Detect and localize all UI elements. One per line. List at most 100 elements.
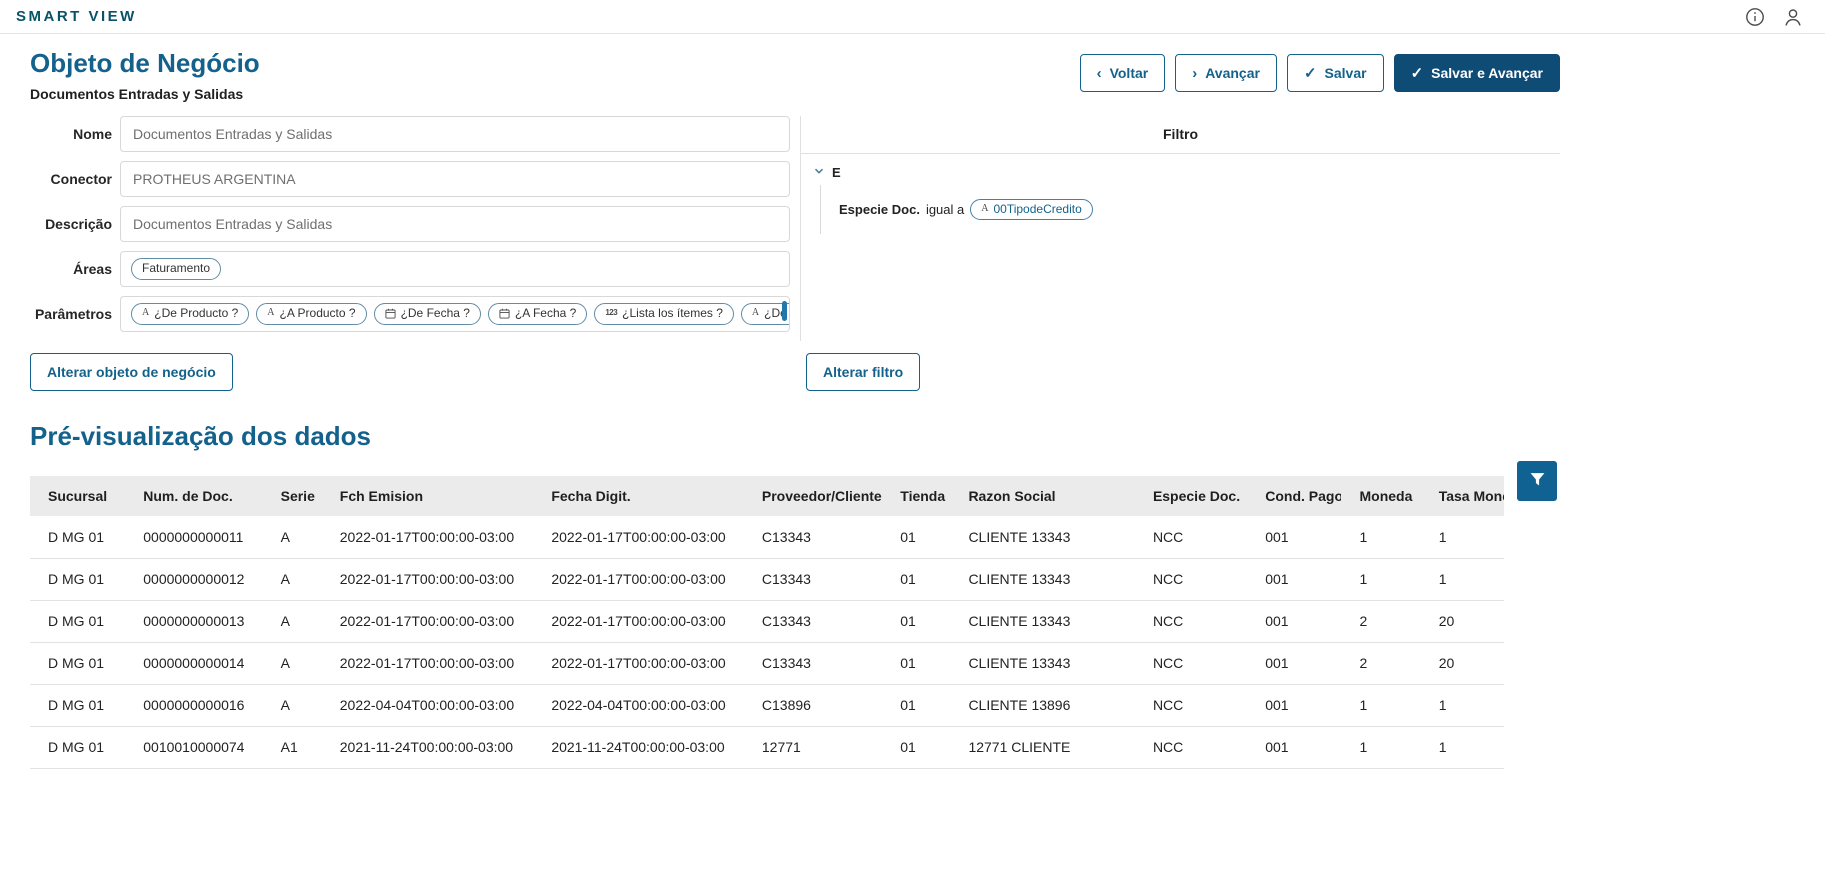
main-content: Objeto de Negócio Documentos Entradas y …: [30, 48, 1560, 769]
tag[interactable]: ¿A Fecha ?: [487, 303, 588, 325]
user-icon[interactable]: [1783, 7, 1803, 27]
nome-input[interactable]: Documentos Entradas y Salidas: [120, 116, 790, 152]
back-button[interactable]: ‹ Voltar: [1079, 54, 1166, 92]
table-cell: D MG 01: [30, 642, 126, 685]
column-header[interactable]: Tienda: [882, 476, 951, 516]
table-cell: 001: [1247, 558, 1342, 601]
next-button[interactable]: › Avançar: [1175, 54, 1277, 92]
parametros-scrollbar[interactable]: [782, 301, 787, 321]
table-row[interactable]: D MG 01 0000000000016 A 2022-04-04T00:00:00…: [30, 684, 1504, 727]
table-cell: D MG 01: [30, 684, 126, 727]
column-header[interactable]: Especie Doc.: [1134, 476, 1248, 516]
table-cell: 2022-04-04T00:00:00-03:00: [533, 684, 744, 727]
nome-label: Nome: [73, 126, 112, 142]
tag-label: ¿De Fecha ?: [400, 306, 470, 321]
table-row[interactable]: D MG 01 0000000000012 A 2022-01-17T00:00:00…: [30, 558, 1504, 601]
field-nome: Nome Documentos Entradas y Salidas: [30, 116, 790, 152]
tag[interactable]: A ¿A Producto ?: [256, 303, 367, 325]
field-areas: Áreas Faturamento: [30, 251, 790, 287]
save-and-next-button[interactable]: ✓ Salvar e Avançar: [1393, 54, 1560, 92]
chevron-right-icon: ›: [1192, 64, 1198, 82]
change-filter-button[interactable]: Alterar filtro: [806, 353, 921, 391]
table-cell: 0000000000011: [125, 516, 263, 559]
table-cell: 2022-01-17T00:00:00-03:00: [533, 516, 744, 559]
conector-input[interactable]: PROTHEUS ARGENTINA: [120, 161, 790, 197]
table-cell: CLIENTE 13343: [950, 558, 1135, 601]
tag[interactable]: ¿De Fecha ?: [373, 303, 481, 325]
filter-value-label: 00TipodeCredito: [993, 202, 1082, 216]
table-cell: C13343: [743, 558, 883, 601]
table-cell: A: [262, 684, 322, 727]
column-header[interactable]: Tasa Moneda: [1420, 476, 1504, 516]
table-cell: A: [262, 642, 322, 685]
filter-value-tag[interactable]: A 00TipodeCredito: [970, 199, 1093, 221]
table-cell: C13896: [743, 684, 883, 727]
table-row[interactable]: D MG 01 0000000000013 A 2022-01-17T00:00:00…: [30, 600, 1504, 643]
table-row[interactable]: D MG 01 0010010000074 A1 2021-11-24T00:00:0…: [30, 726, 1504, 769]
tag-label: ¿A Fecha ?: [514, 306, 577, 321]
info-icon[interactable]: [1745, 7, 1765, 27]
table-cell: A: [262, 558, 322, 601]
table-cell: NCC: [1134, 642, 1248, 685]
tag-label: ¿De Producto ?: [154, 306, 239, 321]
preview-title: Pré-visualização dos dados: [30, 421, 372, 451]
table-cell: 20: [1420, 600, 1504, 643]
areas-input[interactable]: Faturamento: [120, 251, 790, 287]
column-header[interactable]: Fch Emision: [321, 476, 534, 516]
table-cell: C13343: [743, 642, 883, 685]
check-icon: ✓: [1303, 64, 1317, 82]
column-header[interactable]: Fecha Digit.: [533, 476, 744, 516]
topbar: SMART VIEW: [0, 0, 1825, 34]
table-filter-button[interactable]: [1517, 461, 1557, 501]
save-button[interactable]: ✓ Salvar: [1286, 54, 1384, 92]
table-cell: 001: [1247, 684, 1342, 727]
header-actions: ‹ Voltar › Avançar ✓ Salvar ✓ Salvar e A…: [1079, 54, 1560, 92]
table-cell: 2022-01-17T00:00:00-03:00: [533, 600, 744, 643]
preview-table-area: Sucursal Num. de Doc. Serie Fch Emision …: [30, 461, 1557, 769]
text-param-icon: A: [981, 203, 989, 215]
table-cell: 001: [1247, 726, 1342, 769]
table-cell: 01: [882, 558, 951, 601]
column-header[interactable]: Proveedor/Cliente: [743, 476, 883, 516]
table-cell: 12771: [743, 726, 883, 769]
column-header[interactable]: Moneda: [1341, 476, 1421, 516]
column-header[interactable]: Sucursal: [30, 476, 126, 516]
table-cell: 01: [882, 516, 951, 559]
filter-condition[interactable]: Especie Doc. igual a A 00TipodeCredito: [839, 199, 1560, 221]
tag[interactable]: 123 ¿Lista los ítemes ?: [594, 303, 734, 325]
text-param-icon: A: [751, 307, 760, 319]
table-cell: 01: [882, 726, 951, 769]
table-cell: A: [262, 516, 322, 559]
table-cell: 2022-01-17T00:00:00-03:00: [321, 600, 534, 643]
table-cell: 2022-04-04T00:00:00-03:00: [321, 684, 534, 727]
filter-group-node[interactable]: E: [813, 165, 1560, 180]
table-cell: 1: [1420, 558, 1504, 601]
table-row[interactable]: D MG 01 0000000000014 A 2022-01-17T00:00:00…: [30, 642, 1504, 685]
column-header[interactable]: Num. de Doc.: [125, 476, 263, 516]
column-header[interactable]: Serie: [262, 476, 322, 516]
filter-condition-operator: igual a: [925, 202, 965, 218]
table-cell: CLIENTE 13343: [950, 642, 1135, 685]
parametros-input[interactable]: A ¿De Producto ? A ¿A Producto ? ¿De Fecha ?…: [120, 296, 790, 332]
change-business-object-button[interactable]: Alterar objeto de negócio: [30, 353, 233, 391]
table-cell: D MG 01: [30, 600, 126, 643]
app-logo: SMART VIEW: [16, 8, 137, 25]
chevron-left-icon: ‹: [1096, 64, 1102, 82]
tag[interactable]: Faturamento: [131, 258, 222, 280]
table-cell: 2022-01-17T00:00:00-03:00: [321, 516, 534, 559]
column-header[interactable]: Cond. Pago: [1247, 476, 1342, 516]
areas-label: Áreas: [73, 261, 112, 277]
page-header: Objeto de Negócio Documentos Entradas y …: [30, 48, 1560, 102]
filter-panel-title: Filtro: [801, 116, 1560, 154]
tag[interactable]: A ¿De Producto ?: [131, 303, 250, 325]
table-cell: A1: [262, 726, 322, 769]
table-cell: 1: [1420, 516, 1504, 559]
descricao-input[interactable]: Documentos Entradas y Salidas: [120, 206, 790, 242]
table-cell: CLIENTE 13343: [950, 600, 1135, 643]
column-header[interactable]: Razon Social: [950, 476, 1135, 516]
business-object-form: Nome Documentos Entradas y Salidas Conec…: [30, 116, 790, 391]
table-cell: 0010010000074: [125, 726, 263, 769]
number-param-icon: 123: [605, 308, 618, 318]
table-row[interactable]: D MG 01 0000000000011 A 2022-01-17T00:00:00…: [30, 516, 1504, 559]
tag-label: ¿Lista los ítemes ?: [622, 306, 723, 321]
